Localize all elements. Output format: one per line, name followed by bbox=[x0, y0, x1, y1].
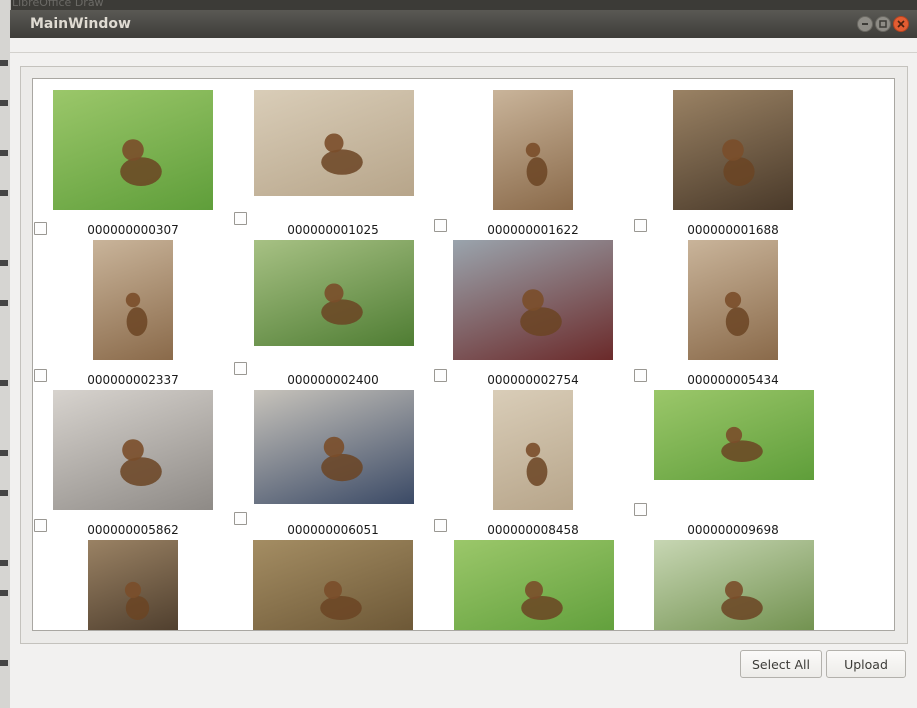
dog-photo-thumbnail[interactable] bbox=[688, 240, 778, 360]
image-caption: 000000001688 bbox=[687, 223, 779, 237]
dog-figure-icon bbox=[321, 436, 363, 482]
dog-photo-thumbnail[interactable] bbox=[654, 540, 814, 630]
dog-figure-icon bbox=[320, 581, 362, 620]
dog-photo-thumbnail[interactable] bbox=[454, 540, 614, 630]
dog-figure-icon bbox=[520, 289, 562, 336]
image-caption: 000000000307 bbox=[87, 223, 179, 237]
dog-figure-icon bbox=[521, 581, 563, 620]
dog-photo-thumbnail[interactable] bbox=[253, 540, 413, 630]
image-item[interactable]: 000000001622 bbox=[433, 89, 633, 239]
image-caption: 000000009698 bbox=[687, 523, 779, 537]
minimize-button[interactable] bbox=[857, 16, 873, 32]
image-item[interactable]: 000000002337 bbox=[33, 239, 233, 389]
close-icon bbox=[897, 20, 905, 28]
image-item[interactable]: 000000009698 bbox=[633, 389, 833, 539]
image-item[interactable]: 000000006051 bbox=[233, 389, 433, 539]
image-item[interactable]: 000000008458 bbox=[433, 389, 633, 539]
image-item[interactable]: 000000001688 bbox=[633, 89, 833, 239]
window-titlebar[interactable]: MainWindow bbox=[10, 10, 917, 38]
image-item[interactable]: 000000005862 bbox=[33, 389, 233, 539]
dog-figure-icon bbox=[120, 139, 162, 186]
dog-photo-thumbnail[interactable] bbox=[93, 240, 173, 360]
dog-photo-thumbnail[interactable] bbox=[493, 90, 573, 210]
image-item[interactable] bbox=[633, 539, 833, 630]
dog-figure-icon bbox=[525, 142, 548, 186]
maximize-icon bbox=[879, 20, 887, 28]
upload-button[interactable]: Upload bbox=[826, 650, 906, 678]
dog-figure-icon bbox=[721, 581, 763, 620]
select-all-button[interactable]: Select All bbox=[740, 650, 822, 678]
image-item[interactable]: 000000002400 bbox=[233, 239, 433, 389]
dog-photo-thumbnail[interactable] bbox=[254, 90, 414, 196]
image-select-checkbox[interactable] bbox=[634, 503, 647, 516]
background-app-titlebar: LibreOffice Draw bbox=[0, 0, 917, 10]
image-item[interactable]: 000000000307 bbox=[33, 89, 233, 239]
background-app-title: LibreOffice Draw bbox=[12, 0, 104, 9]
dog-photo-thumbnail[interactable] bbox=[254, 390, 414, 504]
image-caption: 000000002754 bbox=[487, 373, 579, 387]
dog-figure-icon bbox=[124, 581, 150, 620]
dog-photo-thumbnail[interactable] bbox=[53, 390, 213, 510]
dog-photo-thumbnail[interactable] bbox=[453, 240, 613, 360]
dog-figure-icon bbox=[321, 133, 363, 175]
minimize-icon bbox=[862, 23, 868, 25]
image-item[interactable] bbox=[433, 539, 633, 630]
dog-figure-icon bbox=[724, 291, 750, 336]
image-caption: 000000005862 bbox=[87, 523, 179, 537]
dog-figure-icon bbox=[120, 439, 162, 486]
window-title: MainWindow bbox=[30, 16, 131, 32]
main-window: MainWindow 000000000307 000000001025 00000… bbox=[10, 10, 917, 708]
dog-figure-icon bbox=[125, 292, 148, 336]
close-button[interactable] bbox=[893, 16, 909, 32]
dog-photo-thumbnail[interactable] bbox=[654, 390, 814, 480]
image-caption: 000000001622 bbox=[487, 223, 579, 237]
image-item[interactable] bbox=[33, 539, 233, 630]
dog-figure-icon bbox=[525, 442, 548, 486]
image-item[interactable]: 000000005434 bbox=[633, 239, 833, 389]
image-item[interactable]: 000000002754 bbox=[433, 239, 633, 389]
dog-photo-thumbnail[interactable] bbox=[673, 90, 793, 210]
menubar-divider bbox=[10, 52, 917, 53]
image-caption: 000000001025 bbox=[287, 223, 379, 237]
image-caption: 000000002400 bbox=[287, 373, 379, 387]
dog-figure-icon bbox=[721, 426, 763, 462]
dog-photo-thumbnail[interactable] bbox=[254, 240, 414, 346]
image-caption: 000000005434 bbox=[687, 373, 779, 387]
image-scroll-area[interactable]: 000000000307 000000001025 000000001622 0000… bbox=[32, 78, 895, 631]
image-caption: 000000002337 bbox=[87, 373, 179, 387]
image-item[interactable]: 000000001025 bbox=[233, 89, 433, 239]
dog-photo-thumbnail[interactable] bbox=[493, 390, 573, 510]
maximize-button[interactable] bbox=[875, 16, 891, 32]
dog-photo-thumbnail[interactable] bbox=[53, 90, 213, 210]
dog-figure-icon bbox=[321, 283, 363, 325]
image-caption: 000000008458 bbox=[487, 523, 579, 537]
image-caption: 000000006051 bbox=[287, 523, 379, 537]
dog-figure-icon bbox=[722, 139, 755, 186]
image-item[interactable] bbox=[233, 539, 433, 630]
dog-photo-thumbnail[interactable] bbox=[88, 540, 178, 630]
